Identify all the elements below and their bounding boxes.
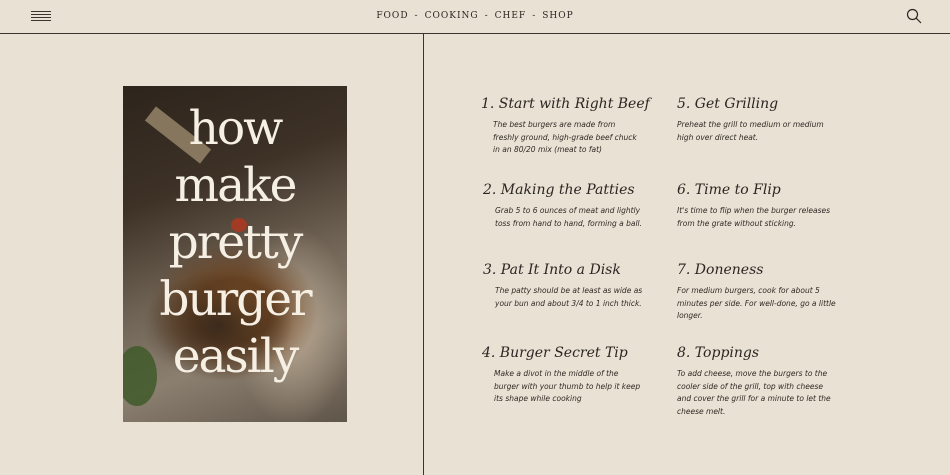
step-body: To add cheese, move the burgers to the c… bbox=[677, 369, 831, 416]
step-title: 1. Start with Right Beef bbox=[481, 96, 650, 112]
step-body: Grab 5 to 6 ounces of meat and lightly t… bbox=[495, 206, 643, 228]
step-title: 2. Making the Patties bbox=[483, 182, 635, 198]
step-title: 8. Toppings bbox=[677, 345, 760, 361]
nav-item-food[interactable]: FOOD bbox=[376, 11, 408, 21]
step-4: 4. Burger Secret Tip Make a divot in the… bbox=[482, 345, 642, 406]
poster-title-line: easily bbox=[172, 329, 300, 384]
burger-poster: how make pretty burger easily bbox=[123, 86, 347, 422]
nav-item-shop[interactable]: SHOP bbox=[542, 11, 573, 21]
poster-title: how make pretty burger easily bbox=[123, 100, 347, 385]
step-body: Make a divot in the middle of the burger… bbox=[494, 369, 641, 403]
step-body: The best burgers are made from freshly g… bbox=[493, 120, 637, 154]
step-2: 2. Making the Patties Grab 5 to 6 ounces… bbox=[483, 182, 643, 230]
nav-separator: - bbox=[484, 11, 489, 21]
step-title: 7. Doneness bbox=[677, 262, 764, 278]
step-title: 3. Pat It Into a Disk bbox=[483, 262, 621, 278]
nav-item-chef[interactable]: CHEF bbox=[495, 11, 527, 21]
step-title: 6. Time to Flip bbox=[677, 182, 781, 198]
top-bar: FOOD - COOKING - CHEF - SHOP bbox=[0, 0, 950, 34]
poster-title-line: make bbox=[174, 158, 298, 213]
column-divider bbox=[423, 34, 424, 475]
step-body: Preheat the grill to medium or medium hi… bbox=[677, 120, 824, 142]
step-7: 7. Doneness For medium burgers, cook for… bbox=[677, 262, 837, 323]
poster-title-line: how bbox=[188, 101, 284, 156]
search-icon[interactable] bbox=[906, 8, 922, 24]
step-6: 6. Time to Flip It's time to flip when t… bbox=[677, 182, 837, 230]
step-body: It's time to flip when the burger releas… bbox=[677, 206, 831, 228]
nav-item-cooking[interactable]: COOKING bbox=[425, 11, 479, 21]
poster-title-line: pretty bbox=[168, 215, 304, 270]
nav-separator: - bbox=[414, 11, 419, 21]
step-body: The patty should be at least as wide as … bbox=[495, 286, 643, 308]
step-title: 4. Burger Secret Tip bbox=[482, 345, 628, 361]
step-3: 3. Pat It Into a Disk The patty should b… bbox=[483, 262, 643, 310]
step-body: For medium burgers, cook for about 5 min… bbox=[677, 286, 836, 320]
poster-title-line: burger bbox=[159, 272, 312, 327]
nav-separator: - bbox=[532, 11, 537, 21]
step-title: 5. Get Grilling bbox=[677, 96, 779, 112]
step-8: 8. Toppings To add cheese, move the burg… bbox=[677, 345, 837, 418]
step-5: 5. Get Grilling Preheat the grill to med… bbox=[677, 96, 837, 144]
step-1: 1. Start with Right Beef The best burger… bbox=[481, 96, 650, 157]
main-nav: FOOD - COOKING - CHEF - SHOP bbox=[0, 11, 950, 21]
